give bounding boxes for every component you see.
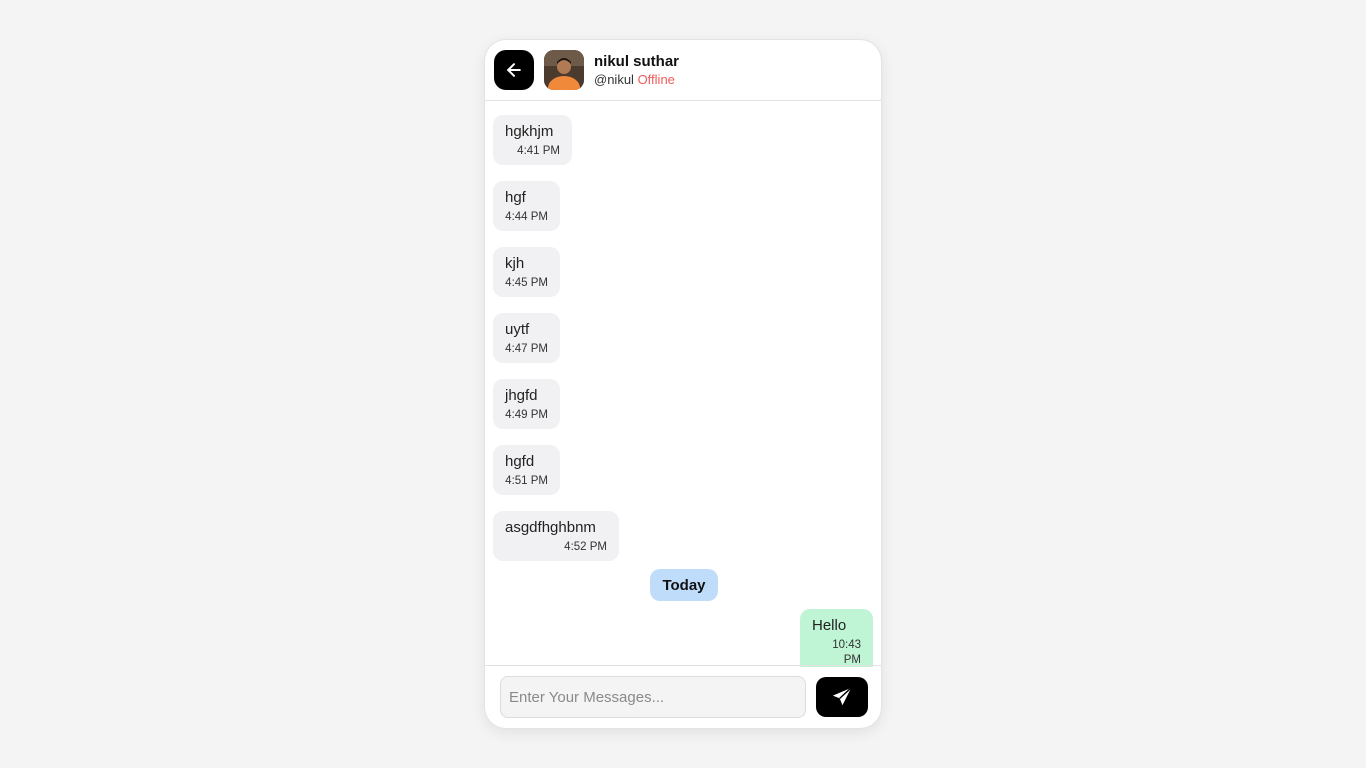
message-text: jhgfd — [505, 387, 538, 404]
message-bubble: jhgfd 4:49 PM — [493, 379, 560, 429]
message-time: 4:49 PM — [505, 409, 548, 421]
arrow-left-icon — [507, 63, 521, 77]
message-text: hgkhjm — [505, 123, 554, 140]
date-divider: Today — [650, 569, 718, 601]
message-bubble: asgdfhghbnm 4:52 PM — [493, 511, 619, 561]
message-bubble: hgkhjm 4:41 PM — [493, 115, 572, 165]
message-time: 4:44 PM — [505, 211, 548, 223]
message-time: 4:41 PM — [517, 145, 560, 157]
avatar[interactable] — [544, 50, 584, 90]
paper-plane-icon — [832, 687, 852, 706]
chat-window: nikul suthar @nikul Offline hgkhjm 4:41 … — [484, 39, 882, 729]
user-subtitle: @nikul Offline — [594, 71, 679, 88]
message-bubble: hgf 4:44 PM — [493, 181, 560, 231]
message-composer — [485, 665, 881, 728]
message-text: uytf — [505, 321, 530, 338]
message-time: 4:52 PM — [564, 541, 607, 553]
message-text: hgf — [505, 189, 526, 206]
username: @nikul — [594, 71, 634, 87]
user-name: nikul suthar — [594, 52, 680, 70]
message-bubble: hgfd 4:51 PM — [493, 445, 560, 495]
status-badge: Offline — [637, 71, 675, 87]
message-bubble: Hello 10:43 PM — [800, 609, 873, 667]
message-time: 4:45 PM — [505, 277, 548, 289]
user-info: nikul suthar @nikul Offline — [594, 53, 679, 88]
message-input[interactable] — [500, 676, 806, 718]
message-time: 10:43 PM — [832, 639, 861, 666]
message-text: asgdfhghbnm — [505, 519, 596, 536]
message-text: Hello — [812, 617, 847, 634]
send-button[interactable] — [816, 677, 868, 717]
message-bubble: kjh 4:45 PM — [493, 247, 560, 297]
message-text: hgfd — [505, 453, 535, 470]
message-time: 4:51 PM — [505, 475, 548, 487]
chat-header: nikul suthar @nikul Offline — [485, 40, 881, 101]
message-list[interactable]: hgkhjm 4:41 PM hgf 4:44 PM kjh 4:45 PM u… — [485, 102, 881, 667]
message-bubble: uytf 4:47 PM — [493, 313, 560, 363]
message-time: 4:47 PM — [505, 343, 548, 355]
back-button[interactable] — [494, 50, 534, 90]
message-text: kjh — [505, 255, 525, 272]
